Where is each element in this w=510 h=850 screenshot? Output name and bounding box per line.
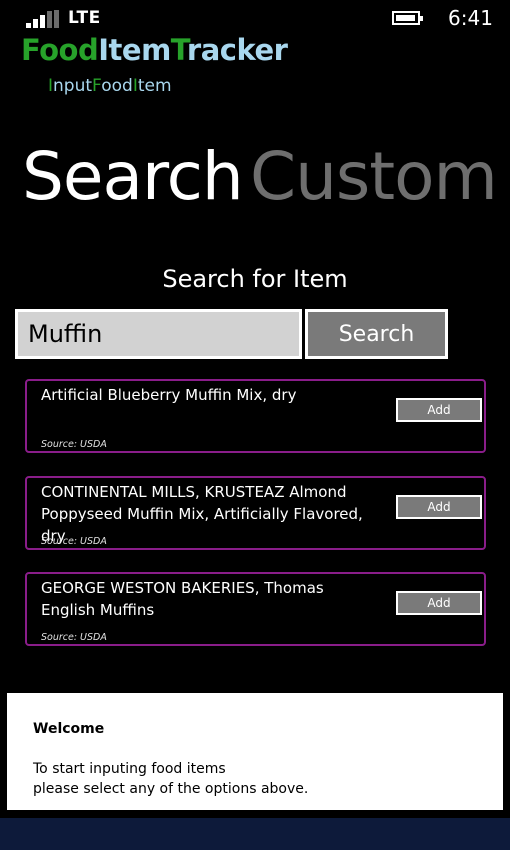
subtitle-part: F	[92, 76, 102, 96]
battery-icon	[392, 11, 423, 25]
app-title: FoodItemTracker	[21, 33, 288, 67]
add-button[interactable]: Add	[396, 591, 482, 615]
app-title-part: Food	[21, 33, 99, 67]
clock: 6:41	[448, 6, 493, 30]
add-button[interactable]: Add	[396, 398, 482, 422]
result-name: Artificial Blueberry Muffin Mix, dry	[41, 386, 297, 404]
subtitle-part: nput	[53, 76, 93, 96]
welcome-dialog: Welcome To start inputing food items ple…	[7, 693, 503, 810]
search-label: Search for Item	[162, 265, 348, 293]
search-input[interactable]	[15, 309, 302, 359]
result-item: GEORGE WESTON BAKERIES, Thomas English M…	[25, 572, 486, 646]
network-type: LTE	[68, 8, 101, 28]
page-subtitle: InputFoodItem	[48, 76, 172, 96]
app-bar[interactable]	[0, 818, 510, 850]
app-title-part: Item	[98, 33, 171, 67]
result-source: Source: USDA	[41, 632, 107, 643]
dialog-title: Welcome	[33, 721, 105, 737]
dialog-message: To start inputing food items please sele…	[33, 761, 309, 797]
status-bar: LTE 6:41	[0, 0, 510, 36]
pivot-tab-search[interactable]: Search	[22, 138, 244, 215]
app-title-part: T	[170, 33, 188, 67]
app-title-part: racker	[186, 33, 288, 67]
result-source: Source: USDA	[41, 439, 107, 450]
add-button[interactable]: Add	[396, 495, 482, 519]
subtitle-part: tem	[137, 76, 172, 96]
result-item: Artificial Blueberry Muffin Mix, dry Add…	[25, 379, 486, 453]
search-button[interactable]: Search	[305, 309, 448, 359]
pivot-tab-custom[interactable]: Custom	[250, 138, 498, 215]
signal-strength-icon	[26, 10, 60, 28]
result-item: CONTINENTAL MILLS, KRUSTEAZ Almond Poppy…	[25, 476, 486, 550]
result-source: Source: USDA	[41, 536, 107, 547]
subtitle-part: ood	[101, 76, 133, 96]
result-name: GEORGE WESTON BAKERIES, Thomas English M…	[41, 579, 324, 619]
